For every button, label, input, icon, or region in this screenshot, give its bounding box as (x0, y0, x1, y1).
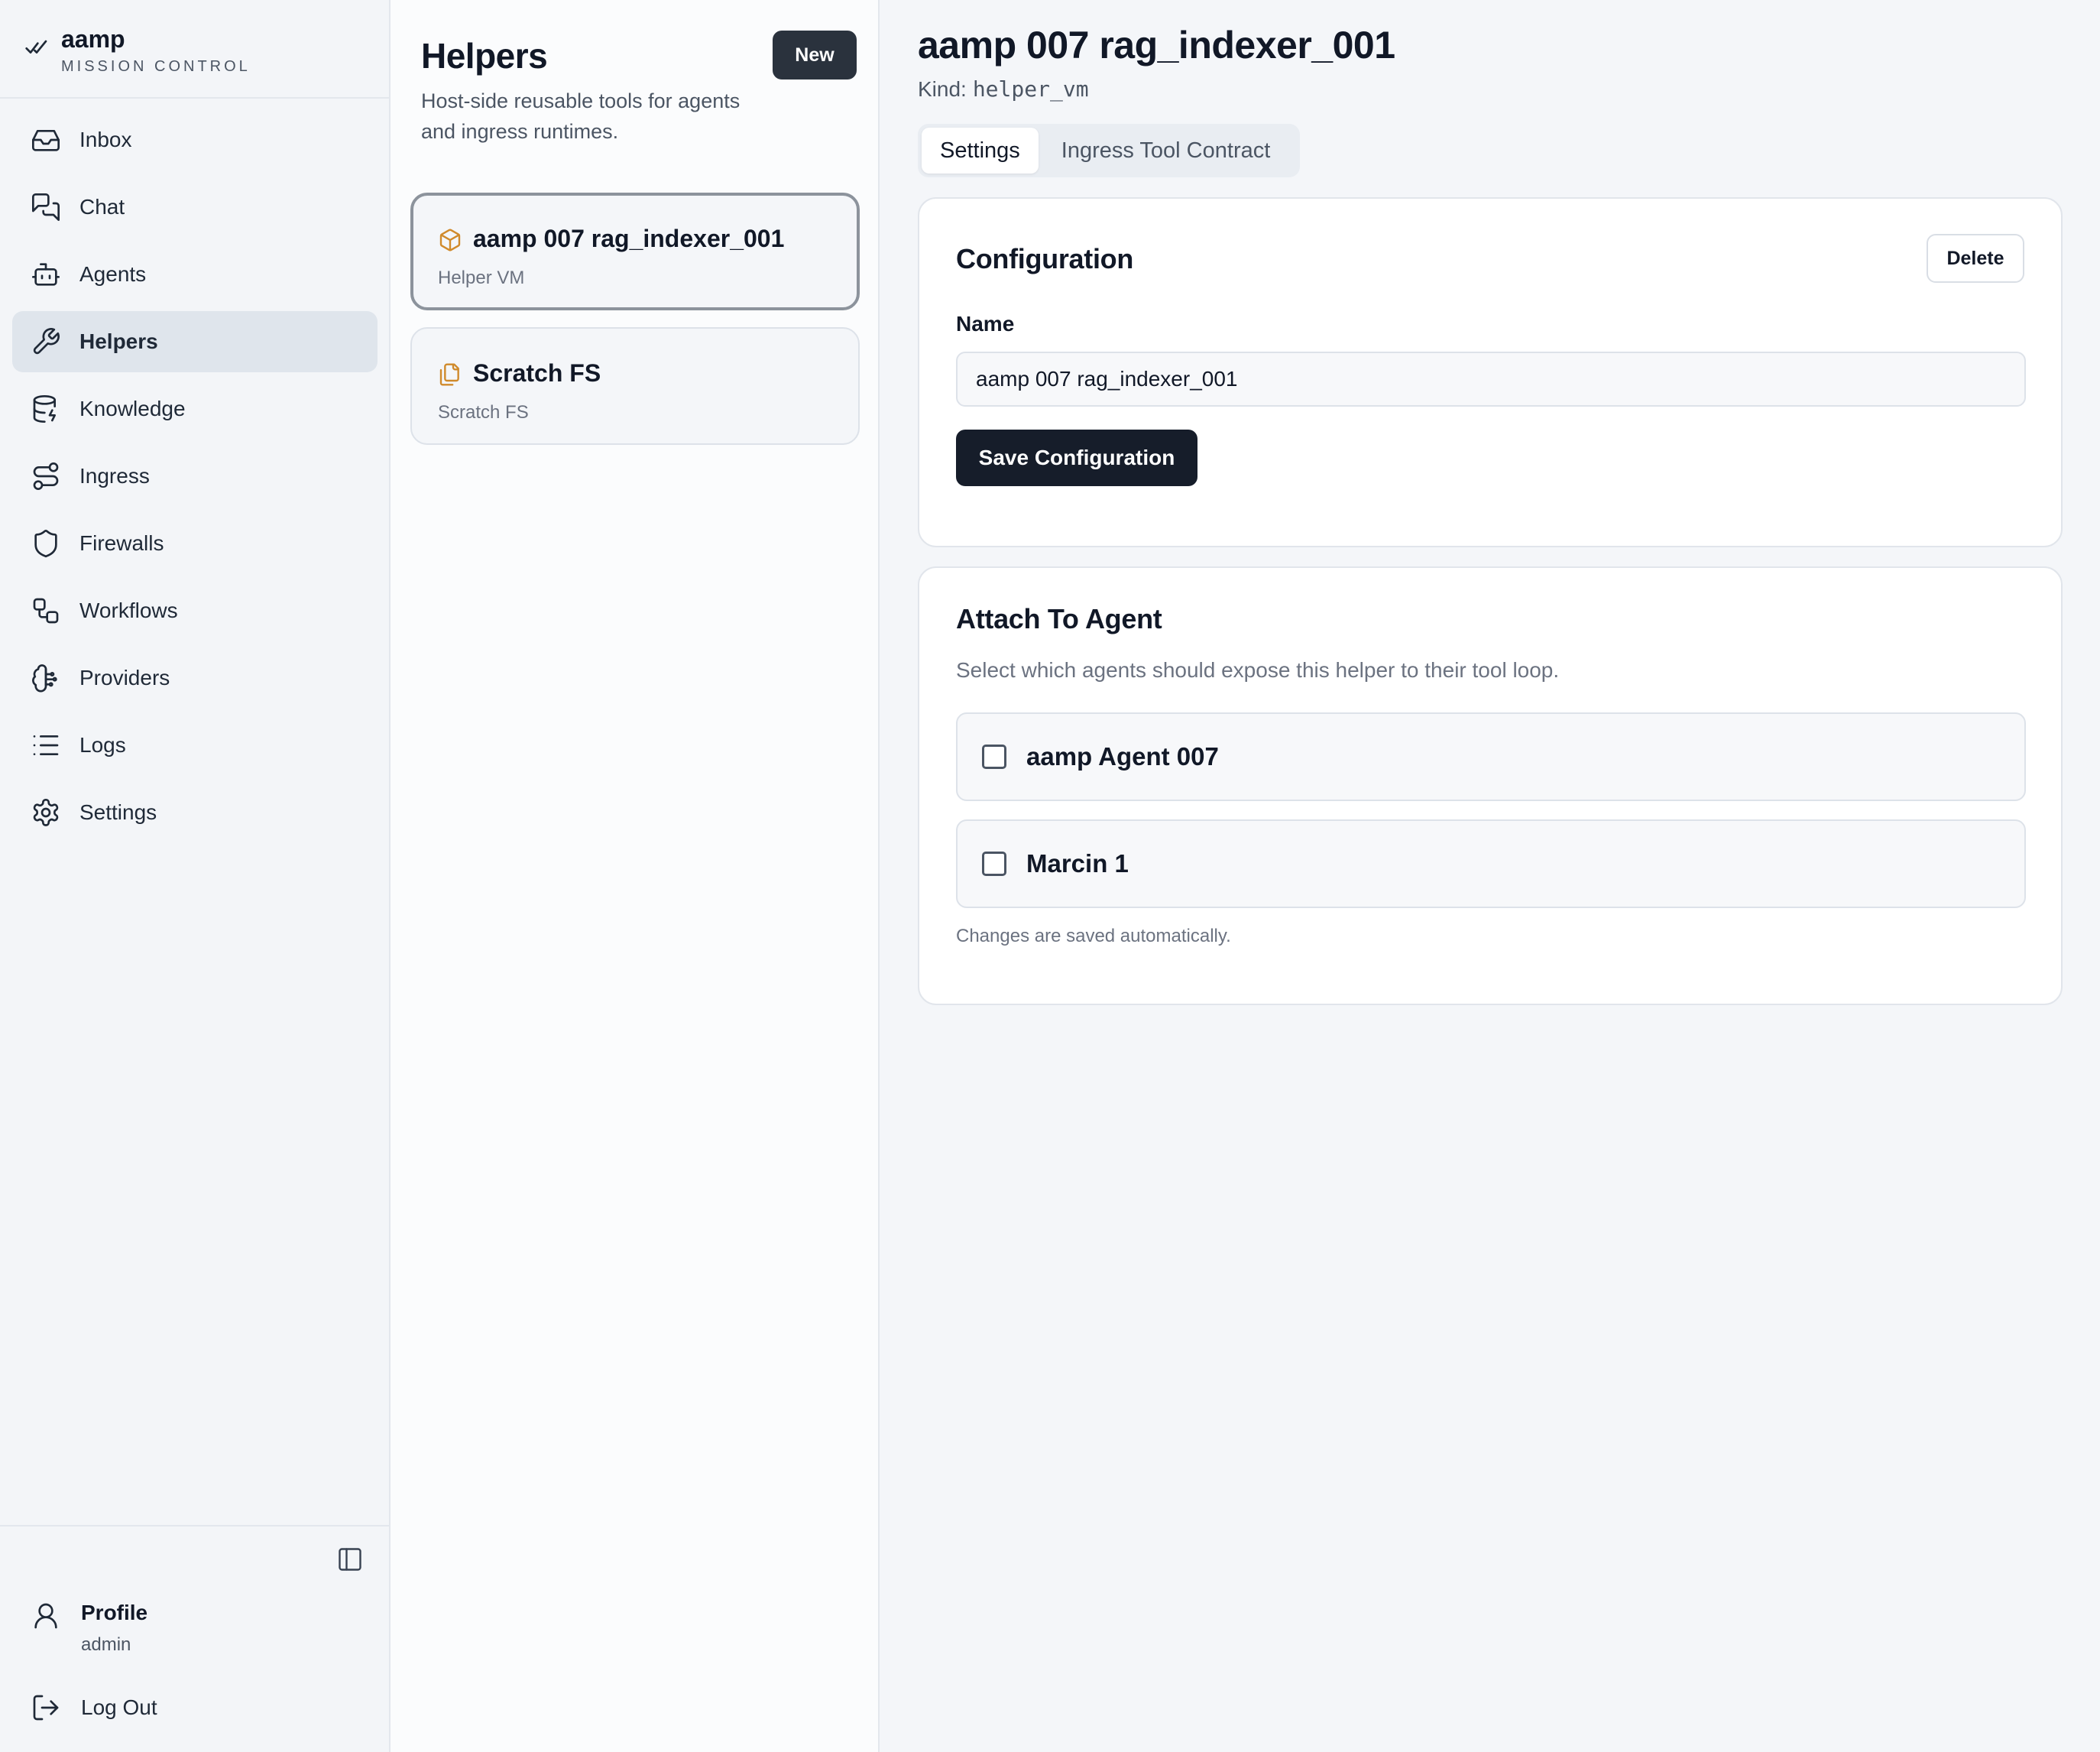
sidebar-item-helpers[interactable]: Helpers (12, 311, 378, 372)
shield-icon (31, 528, 61, 559)
sidebar-item-logs[interactable]: Logs (12, 715, 378, 776)
configuration-title: Configuration (956, 243, 1134, 274)
gear-icon (31, 797, 61, 828)
sidebar-item-label: Inbox (79, 128, 132, 151)
sidebar-item-label: Firewalls (79, 531, 164, 555)
files-icon (438, 362, 462, 387)
sidebar-nav: Inbox Chat Agents Helpers Knowledge Ingr… (12, 109, 378, 849)
sidebar: aamp MISSION CONTROL Inbox Chat Agents H… (0, 0, 391, 1752)
route-icon (31, 461, 61, 492)
brand[interactable]: aamp MISSION CONTROL (24, 24, 251, 76)
agent-checkbox[interactable] (982, 852, 1006, 876)
attach-title: Attach To Agent (956, 603, 1162, 634)
sidebar-item-label: Workflows (79, 599, 178, 622)
agent-name: Marcin 1 (1026, 849, 1129, 878)
helper-card-rag-indexer[interactable]: aamp 007 rag_indexer_001 Helper VM (410, 193, 860, 310)
sidebar-item-agents[interactable]: Agents (12, 244, 378, 305)
attach-description: Select which agents should expose this h… (956, 658, 1560, 682)
sidebar-item-inbox[interactable]: Inbox (12, 109, 378, 170)
sidebar-item-label: Chat (79, 195, 125, 219)
helper-card-title: Scratch FS (473, 359, 601, 387)
name-input[interactable] (956, 352, 2026, 407)
sidebar-item-workflows[interactable]: Workflows (12, 580, 378, 641)
sidebar-item-label: Settings (79, 800, 157, 824)
sidebar-item-knowledge[interactable]: Knowledge (12, 378, 378, 440)
profile-title: Profile (81, 1601, 148, 1624)
sidebar-item-settings[interactable]: Settings (12, 782, 378, 843)
profile-link[interactable]: Profile admin (31, 1601, 147, 1656)
bot-icon (31, 259, 61, 290)
sidebar-divider (0, 97, 389, 99)
box-icon (438, 228, 462, 252)
sidebar-item-label: Knowledge (79, 397, 186, 420)
sidebar-item-ingress[interactable]: Ingress (12, 446, 378, 507)
panel-left-icon[interactable] (336, 1546, 364, 1573)
helper-card-subtitle: Helper VM (438, 268, 525, 288)
save-configuration-button[interactable]: Save Configuration (956, 430, 1197, 486)
brand-name: aamp (61, 25, 125, 53)
agent-checkbox[interactable] (982, 745, 1006, 769)
inbox-icon (31, 125, 61, 155)
sidebar-item-label: Ingress (79, 464, 150, 488)
wrench-icon (31, 326, 61, 357)
double-check-icon (24, 35, 49, 60)
configuration-card: Configuration Delete Name Save Configura… (918, 197, 2063, 547)
new-helper-button[interactable]: New (773, 31, 857, 79)
helper-card-subtitle: Scratch FS (438, 402, 529, 423)
helpers-list-panel: Helpers Host-side reusable tools for age… (391, 0, 880, 1752)
delete-button[interactable]: Delete (1927, 234, 2024, 283)
user-icon (31, 1601, 61, 1631)
helper-card-title: aamp 007 rag_indexer_001 (473, 225, 785, 252)
chat-icon (31, 192, 61, 222)
logout-button[interactable]: Log Out (31, 1692, 157, 1723)
sidebar-item-label: Logs (79, 733, 126, 757)
autosave-note: Changes are saved automatically. (956, 926, 1231, 946)
agent-option[interactable]: aamp Agent 007 (956, 712, 2026, 801)
sidebar-divider (0, 1525, 389, 1527)
profile-username: admin (81, 1634, 131, 1655)
kind-value: helper_vm (972, 76, 1089, 102)
tab-ingress-tool-contract[interactable]: Ingress Tool Contract (1043, 128, 1289, 174)
tab-settings[interactable]: Settings (922, 128, 1039, 174)
helper-detail: aamp 007 rag_indexer_001 Kind: helper_vm… (880, 0, 2100, 1752)
helper-card-scratch-fs[interactable]: Scratch FS Scratch FS (410, 327, 860, 445)
name-label: Name (956, 312, 1015, 336)
helpers-title: Helpers (421, 36, 548, 76)
log-out-icon (31, 1692, 61, 1723)
agent-option[interactable]: Marcin 1 (956, 819, 2026, 908)
list-icon (31, 730, 61, 761)
helper-kind: Kind: helper_vm (918, 76, 1089, 102)
sidebar-item-firewalls[interactable]: Firewalls (12, 513, 378, 574)
attach-to-agent-card: Attach To Agent Select which agents shou… (918, 566, 2063, 1005)
kind-label: Kind: (918, 77, 967, 101)
agent-name: aamp Agent 007 (1026, 742, 1219, 771)
helper-title: aamp 007 rag_indexer_001 (918, 24, 1395, 67)
logout-label: Log Out (81, 1695, 157, 1719)
brain-icon (31, 663, 61, 693)
sidebar-item-chat[interactable]: Chat (12, 177, 378, 238)
sidebar-item-label: Helpers (79, 329, 158, 353)
sidebar-item-label: Agents (79, 262, 147, 286)
database-icon (31, 394, 61, 424)
sidebar-item-providers[interactable]: Providers (12, 647, 378, 709)
workflow-icon (31, 595, 61, 626)
brand-subtitle: MISSION CONTROL (61, 58, 251, 75)
helpers-description: Host-side reusable tools for agents and … (421, 89, 741, 143)
sidebar-item-label: Providers (79, 666, 170, 689)
detail-tabs: Settings Ingress Tool Contract (918, 124, 1300, 177)
